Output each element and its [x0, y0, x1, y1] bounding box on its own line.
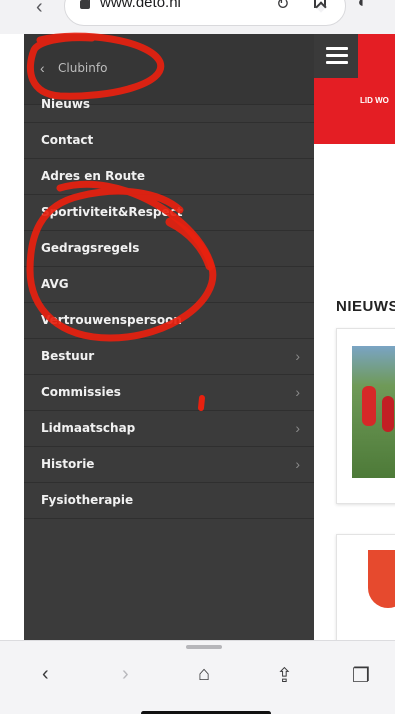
menu-item[interactable]: Historie ›: [24, 447, 314, 483]
menu-item-label: Bestuur: [41, 349, 95, 363]
news-section-title: NIEUWS: [336, 298, 395, 315]
menu-item-label: Gedragsregels: [41, 241, 140, 255]
hamburger-line-icon: [326, 61, 348, 64]
url-text[interactable]: www.deto.nl: [100, 0, 181, 11]
menu-item[interactable]: Contact: [24, 123, 314, 159]
menu-item-label: Nieuws: [41, 97, 91, 111]
forward-arrow-icon[interactable]: ›: [122, 663, 129, 686]
bookmark-icon[interactable]: [314, 0, 326, 8]
chevron-right-icon: ›: [295, 348, 300, 364]
menu-item[interactable]: AVG: [24, 267, 314, 303]
menu-item[interactable]: Adres en Route: [24, 159, 314, 195]
hamburger-line-icon: [326, 47, 348, 50]
player-figure: [362, 386, 376, 426]
website-page: LID WO NIEUWS: [314, 34, 395, 640]
club-crest-image: [368, 550, 395, 608]
menu-item-label: Contact: [41, 133, 94, 147]
tabs-icon[interactable]: ❐: [352, 663, 370, 688]
reader-icon[interactable]: ◖: [356, 0, 366, 12]
home-icon[interactable]: ⌂: [198, 663, 210, 686]
menu-item-label: Lidmaatschap: [41, 421, 136, 435]
chevron-left-icon: ‹: [40, 60, 45, 76]
browser-address-bar: ‹ www.deto.nl ↻ ◖: [0, 0, 395, 34]
hamburger-menu-button[interactable]: [314, 34, 358, 78]
chevron-right-icon: ›: [295, 420, 300, 436]
player-figure: [382, 396, 394, 432]
news-photo[interactable]: [352, 346, 395, 478]
drag-handle[interactable]: [186, 645, 222, 649]
menu-item-label: AVG: [41, 277, 69, 291]
drawer-back-label: Clubinfo: [58, 61, 108, 75]
menu-item[interactable]: Vertrouwenspersoon: [24, 303, 314, 339]
lock-icon: [80, 0, 90, 9]
drawer-menu-list: Nieuws Contact Adres en Route Sportiviteit&…: [24, 87, 314, 519]
reload-icon[interactable]: ↻: [276, 0, 289, 14]
menu-item-label: Fysiotherapie: [41, 493, 134, 507]
browser-bottom-toolbar: ‹ › ⌂ ⇪ ❐: [0, 640, 395, 714]
menu-item-label: Adres en Route: [41, 169, 146, 183]
chevron-right-icon: ›: [295, 456, 300, 472]
back-icon[interactable]: ‹: [36, 0, 43, 19]
menu-item[interactable]: Bestuur ›: [24, 339, 314, 375]
menu-item-label: Historie: [41, 457, 95, 471]
chevron-right-icon: ›: [295, 384, 300, 400]
menu-item[interactable]: Fysiotherapie: [24, 483, 314, 519]
menu-item-label: Commissies: [41, 385, 121, 399]
menu-item-label: Sportiviteit&Respect: [41, 205, 183, 219]
share-icon[interactable]: ⇪: [276, 663, 293, 688]
menu-item[interactable]: Gedragsregels: [24, 231, 314, 267]
menu-item[interactable]: Lidmaatschap ›: [24, 411, 314, 447]
menu-item[interactable]: Sportiviteit&Respect: [24, 195, 314, 231]
menu-item-label: Vertrouwenspersoon: [41, 313, 182, 327]
menu-item[interactable]: Commissies ›: [24, 375, 314, 411]
side-drawer-menu: ‹ Clubinfo Nieuws Contact Adres en Route Sp…: [24, 34, 314, 640]
back-arrow-icon[interactable]: ‹: [42, 663, 49, 686]
hamburger-line-icon: [326, 54, 348, 57]
menu-item[interactable]: Nieuws: [24, 87, 314, 123]
banner-text: LID WO: [360, 96, 389, 105]
